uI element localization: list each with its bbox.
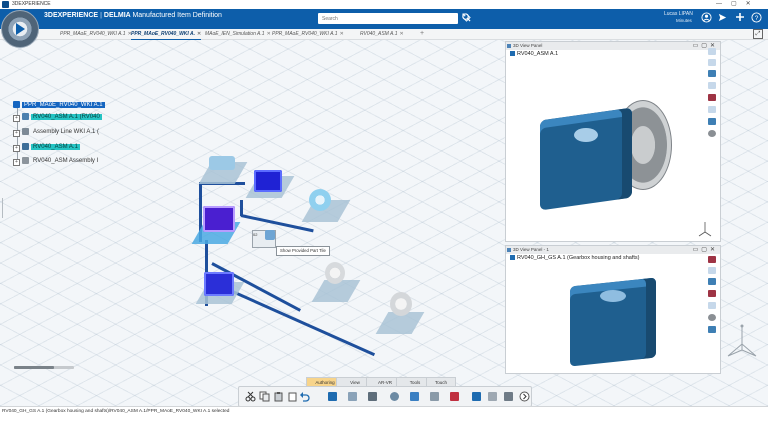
view-tool-icon[interactable] — [708, 48, 716, 55]
scope-icon[interactable] — [429, 391, 440, 402]
tools-icon[interactable] — [503, 391, 514, 402]
panel-title: 3D View Panel - 1 — [513, 247, 549, 252]
provided-part-icon[interactable] — [265, 230, 275, 240]
cut-icon[interactable] — [245, 391, 256, 402]
expand-toggle[interactable]: + — [13, 130, 20, 137]
gearbox-top-bore — [600, 290, 626, 302]
scrollbar-thumb[interactable] — [14, 366, 54, 369]
product-node-disk-2[interactable] — [390, 292, 412, 316]
table-icon[interactable] — [487, 391, 498, 402]
search-box[interactable] — [318, 13, 458, 24]
3d-view-panel-bottom[interactable]: 3D View Panel - 1 ▭▢✕ RV040_GH_GS A.1 (G… — [505, 245, 721, 374]
resource-icon — [22, 128, 29, 135]
tree-item-assembly[interactable]: RV040_ASM Assembly I — [22, 157, 100, 166]
tree-item-rv040-asm[interactable]: RV040_ASM A.1 (RV040 — [22, 113, 102, 122]
panel-subtitle: RV040_ASM A.1 — [510, 51, 558, 57]
tab-ppr-2[interactable]: PPR_MAoE_RV040_WKI A.1 ✕ — [272, 29, 344, 39]
tree-root[interactable]: PPR_MAoE_RV040_WKI A.1 — [13, 101, 105, 110]
brand-name: 3DEXPERIENCE — [44, 12, 99, 19]
compute-icon[interactable] — [449, 391, 460, 402]
brand-separator: | — [100, 12, 102, 19]
view-tool-icon[interactable] — [708, 256, 716, 263]
product-node-housing[interactable] — [254, 170, 282, 192]
cube-icon[interactable] — [471, 391, 482, 402]
view-tool-icon[interactable] — [708, 267, 716, 274]
tab-ppr-1[interactable]: PPR_MAoE_RV040_WKI A.1 ✕ — [60, 29, 132, 39]
tag-icon[interactable] — [462, 13, 474, 24]
paste-special-icon[interactable] — [287, 391, 298, 402]
horizontal-scrollbar[interactable] — [14, 366, 74, 369]
product-node-disk[interactable] — [325, 262, 345, 284]
product-node-flange[interactable] — [309, 189, 331, 211]
view-tool-icon[interactable] — [708, 106, 716, 113]
brand-title: 3DEXPERIENCE | DELMIA Manufactured Item De… — [44, 12, 222, 19]
side-handle[interactable] — [2, 198, 7, 218]
axis-compass-icon[interactable] — [722, 320, 762, 360]
user-icon[interactable] — [700, 12, 713, 25]
expand-toggle[interactable]: + — [13, 145, 20, 152]
expand-toggle[interactable]: + — [13, 115, 20, 122]
compass-icon[interactable] — [1, 10, 39, 48]
share-icon[interactable] — [716, 12, 729, 25]
user-name[interactable]: Lucas LIPAN — [664, 11, 693, 17]
os-bottom-strip — [0, 415, 768, 432]
action-bar — [238, 386, 532, 407]
view-tool-icon[interactable] — [708, 290, 716, 297]
add-icon[interactable] — [733, 12, 746, 25]
axis-triad-icon — [696, 220, 714, 238]
copy-icon[interactable] — [259, 391, 270, 402]
flow-icon[interactable] — [409, 391, 420, 402]
product-node-housing-lid[interactable] — [209, 156, 235, 170]
document-tab-bar: PPR_MAoE_RV040_WKI A.1 ✕ PPR_MAoE_RV040_W… — [0, 29, 768, 41]
view-tool-icon[interactable] — [708, 82, 716, 89]
view-tool-icon[interactable] — [708, 302, 716, 309]
ppr-icon — [13, 101, 20, 108]
tab-simulation[interactable]: MAoE_IEN_Simulation A.1 ✕ — [205, 29, 271, 39]
product-icon — [22, 113, 29, 120]
product-node-gearbox-2[interactable] — [204, 272, 234, 296]
svg-text:?: ? — [755, 15, 759, 22]
3d-view-panel-top[interactable]: 3D View Panel ▭▢✕ RV040_ASM A.1 — [505, 41, 721, 242]
search-input[interactable] — [318, 14, 442, 23]
panel-title-bar: 3D View Panel - 1 — [506, 246, 720, 254]
edit-icon[interactable] — [367, 391, 378, 402]
window-controls[interactable]: —▢✕ — [716, 0, 760, 7]
panel-window-buttons[interactable]: ▭▢✕ — [693, 246, 718, 254]
view-tool-icon[interactable] — [708, 59, 716, 66]
settings-gear-icon[interactable] — [708, 314, 716, 321]
view-tool-icon[interactable] — [708, 118, 716, 125]
expand-toggle[interactable]: + — [13, 159, 20, 166]
tree-item-assembly-line[interactable]: Assembly Line WKI A.1 ( — [22, 128, 101, 137]
insert-product-icon[interactable] — [327, 391, 338, 402]
product-node-gearbox-selected[interactable] — [203, 206, 235, 232]
system-icon — [22, 157, 29, 164]
panel-title-bar: 3D View Panel — [506, 42, 720, 50]
window-title: 3DEXPERIENCE — [12, 1, 51, 7]
user-status: Minutes — [676, 18, 692, 23]
expand-icon[interactable]: ⤢ — [753, 29, 763, 39]
more-arrow-icon[interactable] — [519, 391, 530, 402]
app-window-icon — [2, 1, 9, 8]
brand-product: DELMIA — [103, 12, 131, 19]
view-tool-icon[interactable] — [708, 326, 716, 333]
view-tool-icon[interactable] — [708, 94, 716, 101]
undo-icon[interactable] — [299, 391, 310, 402]
assignment-icon[interactable] — [389, 391, 400, 402]
paste-icon[interactable] — [273, 391, 284, 402]
settings-gear-icon[interactable] — [708, 130, 716, 137]
process-icon — [22, 143, 29, 150]
panel-subtitle: RV040_GH_GS A.1 (Gearbox housing and sha… — [510, 255, 640, 261]
new-tab-button[interactable]: + — [420, 29, 424, 39]
view-tool-icon[interactable] — [708, 70, 716, 77]
insert-part-icon[interactable] — [347, 391, 358, 402]
tooltip: Show Provided Part Tile — [276, 246, 330, 256]
panel-title: 3D View Panel — [513, 43, 543, 48]
gearbox-top-bore — [574, 128, 598, 142]
help-icon[interactable]: ? — [750, 12, 763, 25]
tree-item-rv040-asm-2[interactable]: RV040_ASM A.1 — [22, 143, 80, 152]
gearbox-render — [540, 107, 632, 211]
tab-rv040-asm[interactable]: RV040_ASM A.1 ✕ — [360, 29, 404, 39]
view-tool-icon[interactable] — [708, 278, 716, 285]
app-name: Manufactured Item Definition — [132, 12, 222, 19]
